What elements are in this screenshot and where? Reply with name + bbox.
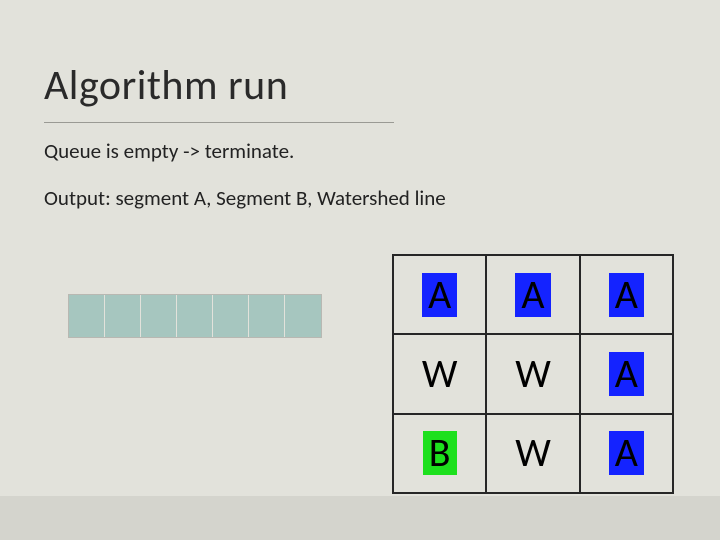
grid-cell: A: [579, 254, 674, 335]
cell-label: B: [423, 431, 457, 475]
queue-cell: [177, 295, 213, 337]
queue-cell: [249, 295, 285, 337]
cell-label: A: [609, 352, 644, 396]
cell-label: A: [422, 273, 457, 317]
cell-label: W: [509, 431, 557, 475]
grid-cell: A: [579, 333, 674, 414]
grid-cell: W: [485, 333, 580, 414]
grid-cell: B: [392, 413, 487, 494]
cell-label: W: [509, 352, 557, 396]
cell-label: A: [609, 431, 644, 475]
grid-cell: A: [579, 413, 674, 494]
result-grid: A A A W W A B W A: [393, 255, 673, 493]
title-underline: [44, 122, 394, 123]
grid-cell: W: [485, 413, 580, 494]
grid-cell: A: [485, 254, 580, 335]
status-line: Queue is empty -> terminate.: [44, 138, 294, 164]
queue-cell: [141, 295, 177, 337]
cell-label: A: [609, 273, 644, 317]
grid-cell: W: [392, 333, 487, 414]
cell-label: A: [515, 273, 550, 317]
queue-cell: [105, 295, 141, 337]
queue-cell: [285, 295, 321, 337]
queue-cell: [213, 295, 249, 337]
queue-strip: [68, 294, 322, 338]
output-line: Output: segment A, Segment B, Watershed …: [44, 185, 446, 211]
queue-cell: [69, 295, 105, 337]
cell-label: W: [416, 352, 464, 396]
slide: Algorithm run Queue is empty -> terminat…: [0, 0, 720, 540]
footer-band: [0, 496, 720, 540]
slide-title: Algorithm run: [44, 60, 288, 111]
grid-cell: A: [392, 254, 487, 335]
